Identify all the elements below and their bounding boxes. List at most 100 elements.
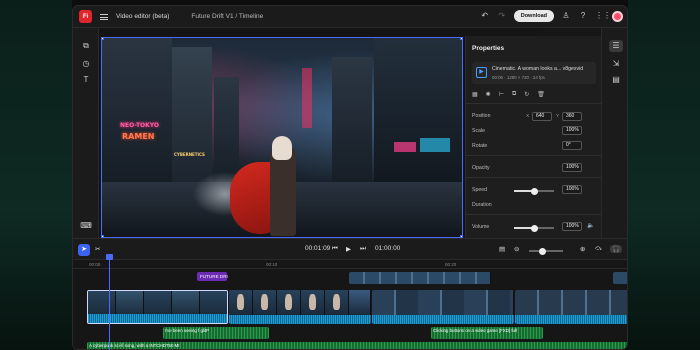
adjust-icon[interactable]: ⇲ [609, 58, 623, 70]
app-logo[interactable]: Fi [79, 10, 92, 23]
zoom-out-icon[interactable]: ⊖ [514, 245, 519, 253]
breadcrumb[interactable]: Future Drift V1 / Timeline [191, 13, 263, 20]
resize-handle[interactable] [102, 38, 104, 40]
clip-name: Cinematic. A woman looks a... v8gexvid [492, 66, 584, 72]
crop-icon[interactable]: ▦ [472, 91, 478, 98]
audio-clip-label: Clicking buttons on a video game [FXD] f… [433, 328, 517, 333]
menu-icon[interactable] [100, 13, 108, 20]
effects-icon[interactable]: ✺ [486, 91, 491, 98]
opacity-label: Opacity [472, 165, 490, 171]
current-time: 00:01:09 [305, 245, 331, 252]
media-icon[interactable]: ⧉ [79, 40, 93, 52]
position-y-input[interactable]: 360 [562, 112, 582, 121]
left-toolbar: ⧉ ◷ T ⌨ [73, 28, 99, 238]
clip-thumbnail [301, 290, 325, 315]
volume-slider[interactable] [514, 224, 554, 232]
apps-grid-icon[interactable]: ⋮⋮ [595, 11, 611, 21]
position-x-label: X [526, 114, 530, 119]
speaker-icon[interactable]: 🔈 [587, 222, 594, 229]
clip-thumbnail [144, 291, 172, 316]
position-x-input[interactable]: 640 [532, 112, 552, 121]
clip-thumbnail [349, 290, 371, 315]
zoom-slider-knob[interactable] [539, 247, 546, 255]
clip-thumbnail [277, 290, 301, 315]
help-icon[interactable]: ? [578, 11, 588, 21]
video-clip[interactable] [372, 290, 514, 324]
position-y-label: Y [556, 114, 560, 119]
rotate-label: Rotate [472, 143, 488, 149]
scissors-icon[interactable]: ✂ [95, 245, 100, 253]
time-ruler[interactable]: 00:00 00:10 00:20 [73, 260, 627, 269]
neon-sign [394, 142, 416, 152]
properties-panel: Properties ▶ Cinematic. A woman looks a.… [465, 36, 602, 238]
opacity-input[interactable]: 100% [562, 163, 582, 172]
volume-slider-knob[interactable] [530, 224, 538, 232]
clip-thumbnails [613, 272, 627, 284]
prev-frame-icon[interactable]: ⏮ [332, 245, 338, 253]
neon-sign [302, 68, 312, 128]
split-icon[interactable]: ⊢ [499, 91, 504, 98]
neon-sign: CYBERNETICS [174, 152, 205, 157]
title-clip[interactable]: FUTURE DRI [197, 272, 228, 281]
replace-icon[interactable]: ↻ [524, 91, 529, 98]
playhead[interactable] [106, 254, 113, 350]
video-preview[interactable]: NEO-TOKYO RAMEN CYBERNETICS [101, 37, 463, 238]
clip-waveform [229, 315, 371, 324]
next-frame-icon[interactable]: ⏭ [360, 245, 366, 253]
overlay-video-clip[interactable] [613, 272, 627, 284]
play-icon[interactable]: ▶ [346, 245, 351, 253]
face [237, 294, 244, 310]
clip-thumbnail [200, 291, 227, 316]
video-clip[interactable] [229, 290, 371, 324]
video-clip-icon: ▶ [476, 67, 487, 78]
audio-clip-label: I've been seeing f glitP [165, 328, 210, 333]
headphones-icon[interactable]: 🎧 [610, 245, 623, 253]
resize-handle[interactable] [460, 38, 462, 40]
speed-slider-knob[interactable] [530, 187, 538, 195]
scale-input[interactable]: 100% [562, 126, 582, 135]
ruler-tick: 00:00 [89, 262, 101, 267]
redo-icon[interactable]: ↷ [497, 11, 507, 21]
zoom-in-icon[interactable]: ⊕ [580, 245, 585, 253]
woman-hair [272, 136, 292, 160]
face [285, 294, 292, 310]
divider [466, 155, 602, 156]
history-icon[interactable]: ◷ [79, 58, 93, 70]
captions-icon[interactable]: ▤ [609, 74, 623, 86]
speed-slider[interactable] [514, 187, 554, 195]
clip-thumbnail [325, 290, 349, 315]
select-tool-icon[interactable]: ➤ [78, 244, 90, 256]
right-rail: ☰ ⇲ ▤ [601, 28, 627, 238]
zoom-slider[interactable] [529, 247, 563, 255]
face [333, 294, 340, 310]
clip-thumbnail [88, 291, 116, 316]
building [102, 38, 172, 197]
clip-waveform [515, 315, 627, 324]
neon-sign [420, 138, 450, 152]
volume-input[interactable]: 100% [562, 222, 582, 231]
undo-icon[interactable]: ↶ [480, 11, 490, 21]
avatar[interactable] [612, 10, 623, 22]
music-clip[interactable]: A cyberpunk sci-fi song, with a INTCHDT5… [87, 342, 627, 349]
audio-clip[interactable]: I've been seeing f glitP [163, 327, 269, 339]
overlay-video-clip[interactable] [349, 272, 491, 284]
video-clip[interactable] [515, 290, 627, 324]
app-title: Video editor (beta) [116, 13, 170, 20]
delete-icon[interactable]: 🗑 [537, 91, 545, 98]
captions-toggle-icon[interactable]: ▤ [499, 245, 505, 253]
speed-input[interactable]: 100% [562, 185, 582, 194]
duplicate-icon[interactable]: ⧉ [512, 91, 516, 98]
duration-label: Duration [472, 202, 492, 208]
properties-sliders-icon[interactable]: ☰ [609, 40, 623, 52]
snap-icon[interactable]: ⤼ [595, 245, 602, 253]
clip-card[interactable]: ▶ Cinematic. A woman looks a... v8gexvid… [472, 62, 596, 84]
rotate-input[interactable]: 0° [562, 141, 582, 150]
neon-sign: NEO-TOKYO [120, 122, 160, 129]
keyboard-icon[interactable]: ⌨ [79, 220, 93, 232]
scale-label: Scale [472, 128, 485, 134]
clip-thumbnail [229, 290, 253, 315]
download-button[interactable]: Download [513, 10, 554, 22]
text-icon[interactable]: T [79, 74, 93, 86]
user-icon[interactable]: ♙ [561, 11, 571, 21]
audio-clip[interactable]: Clicking buttons on a video game [FXD] f… [431, 327, 543, 339]
